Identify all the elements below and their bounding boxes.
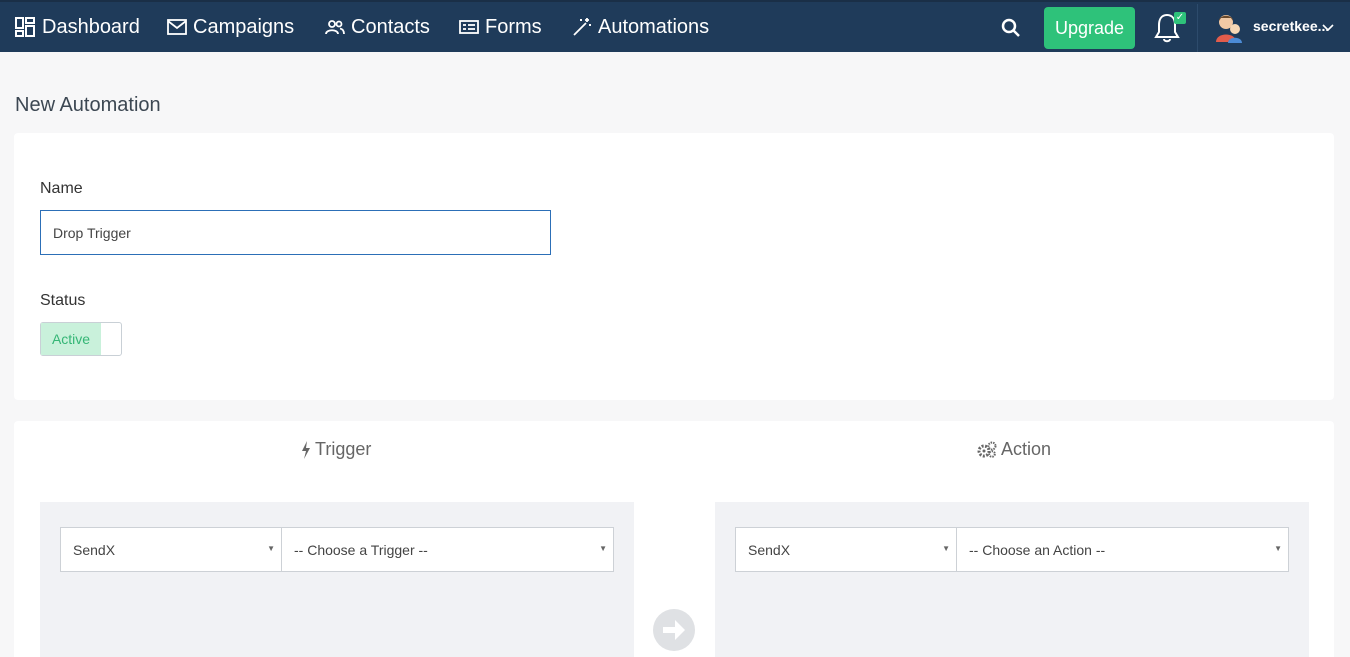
notification-check-badge: ✓ [1174,12,1186,24]
nav-automations[interactable]: Automations [572,2,709,52]
navbar-divider [1197,4,1198,52]
name-input[interactable] [40,210,551,255]
nav-automations-label: Automations [598,15,710,38]
gears-icon [977,441,997,458]
status-label: Status [40,292,86,309]
user-avatar-icon [1216,15,1242,43]
trigger-heading-label: Trigger [315,439,372,459]
caret-down-icon: ▼ [1274,544,1282,553]
caret-down-icon: ▼ [599,544,607,553]
notifications-button[interactable]: ✓ [1152,12,1186,44]
search-button[interactable] [998,15,1024,41]
magic-wand-icon [573,18,591,36]
trigger-app-value: SendX [73,541,116,558]
nav-contacts[interactable]: Contacts [325,2,430,52]
trigger-heading: Trigger [301,439,371,460]
nav-dashboard[interactable]: Dashboard [14,2,140,52]
caret-down-icon: ▼ [942,544,950,553]
users-icon [325,20,345,35]
automation-settings-card: Name Status Active [14,133,1334,400]
top-navbar: Dashboard Campaigns Contacts Forms Autom… [0,0,1350,52]
action-app-select[interactable]: SendX ▼ [735,527,957,572]
action-heading-label: Action [1001,439,1052,459]
nav-campaigns[interactable]: Campaigns [167,2,294,52]
nav-forms[interactable]: Forms [459,2,542,52]
page-title: New Automation [15,94,161,116]
avatar[interactable] [1214,12,1244,44]
name-label: Name [40,180,83,197]
form-icon [459,20,479,34]
action-panel: SendX ▼ -- Choose an Action -- ▼ [715,502,1309,657]
action-app-value: SendX [748,541,791,558]
caret-down-icon: ▼ [267,544,275,553]
nav-forms-label: Forms [485,15,542,38]
trigger-panel: SendX ▼ -- Choose a Trigger -- ▼ [40,502,634,657]
user-menu-chevron[interactable] [1322,20,1334,38]
trigger-choice-value: -- Choose a Trigger -- [294,541,428,558]
trigger-app-select[interactable]: SendX ▼ [60,527,282,572]
action-choice-select[interactable]: -- Choose an Action -- ▼ [956,527,1289,572]
upgrade-button[interactable]: Upgrade [1044,7,1135,49]
nav-campaigns-label: Campaigns [193,15,295,38]
bolt-icon [302,440,310,459]
status-toggle-active: Active [41,323,101,355]
arrow-right-circle-icon [653,609,695,651]
nav-contacts-label: Contacts [351,15,430,38]
user-name[interactable]: secretkee... [1253,18,1329,34]
trigger-choice-select[interactable]: -- Choose a Trigger -- ▼ [281,527,614,572]
action-heading: Action [977,439,1051,460]
status-toggle[interactable]: Active [40,322,122,356]
search-icon [1001,18,1020,37]
action-choice-value: -- Choose an Action -- [969,541,1106,558]
chevron-down-icon [1322,24,1334,32]
dashboard-icon [15,17,35,37]
envelope-icon [167,19,187,35]
nav-dashboard-label: Dashboard [42,15,140,38]
